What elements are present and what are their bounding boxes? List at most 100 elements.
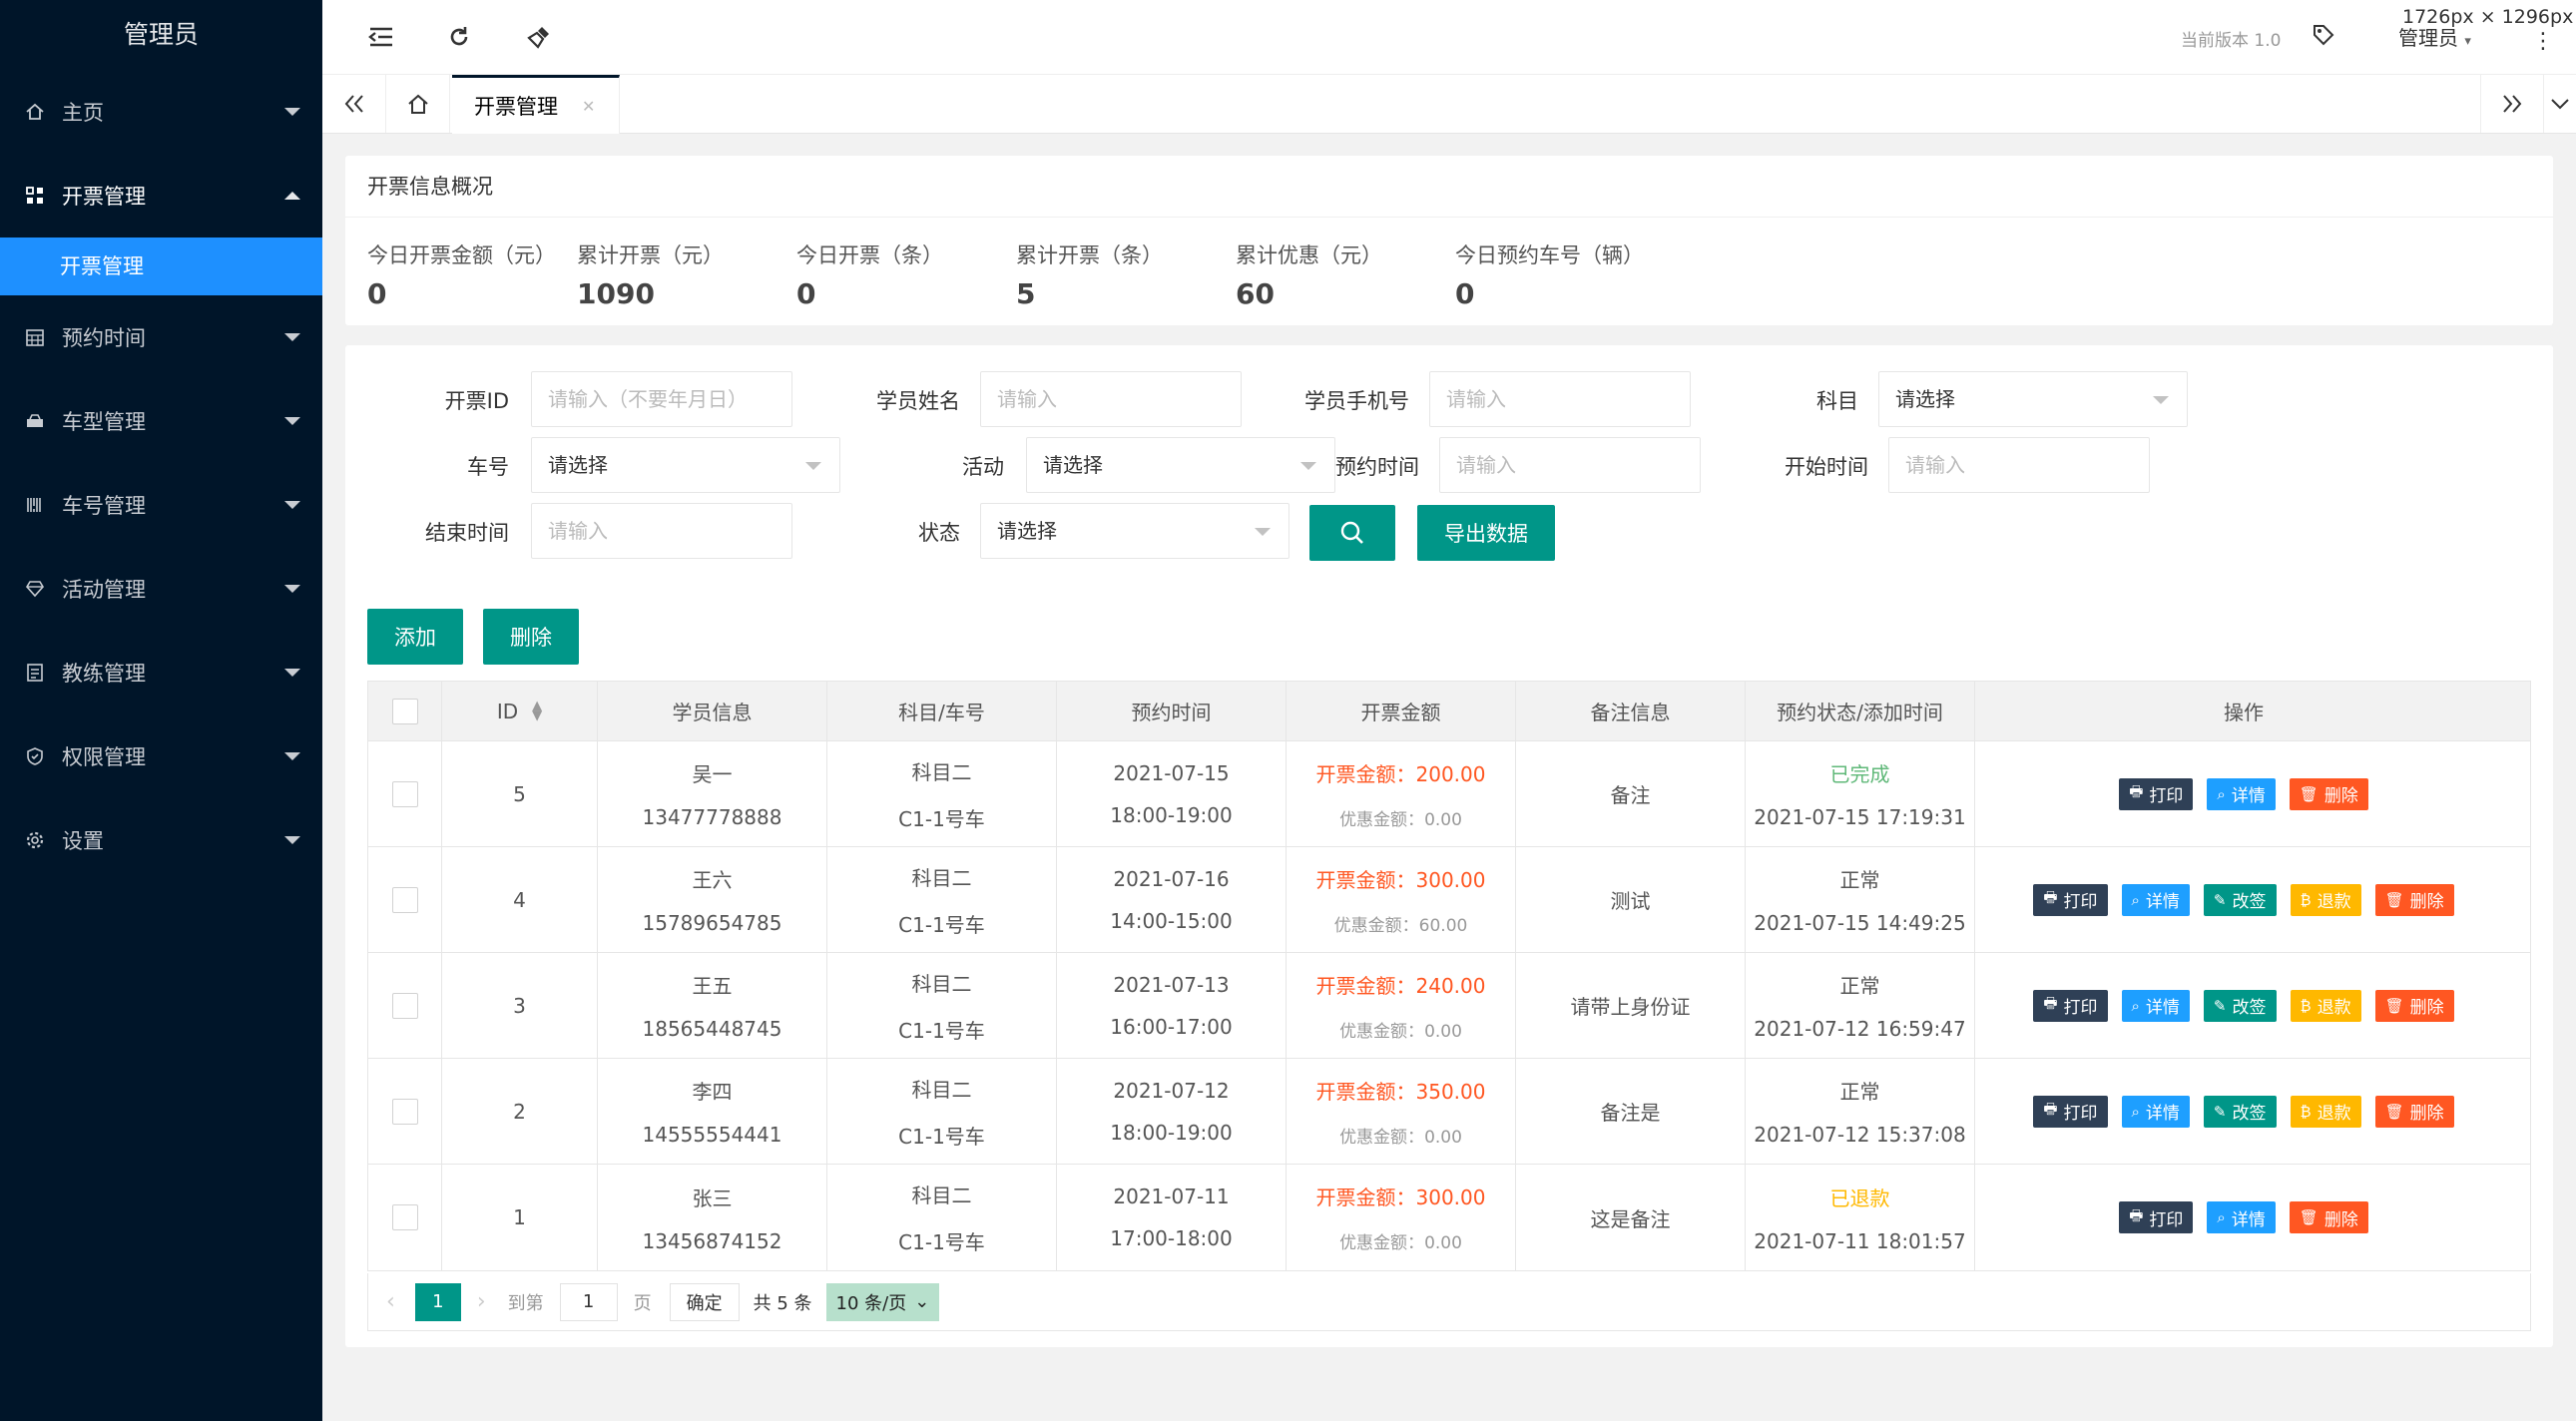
row-checkbox[interactable] bbox=[391, 1098, 418, 1125]
refund-button[interactable]: ₿ 退款 bbox=[2290, 1095, 2361, 1128]
tabs-scroll-left-button[interactable] bbox=[322, 75, 386, 133]
edit-button[interactable]: ✎ 改签 bbox=[2203, 989, 2277, 1022]
student-name: 吴一 bbox=[692, 762, 733, 786]
clear-brush-icon[interactable] bbox=[524, 22, 554, 52]
sort-icon[interactable]: ▲ ▼ bbox=[532, 700, 542, 722]
sidebar-subitem-invoice[interactable]: 开票管理 bbox=[0, 237, 322, 295]
page-size-select[interactable]: 10 条/页 ⌄ bbox=[825, 1282, 940, 1321]
cell-student: 吴一 13477778888 bbox=[598, 741, 827, 846]
row-select-cell bbox=[368, 1059, 442, 1164]
chevron-down-icon bbox=[2551, 99, 2569, 110]
goto-label: 到第 bbox=[507, 1292, 544, 1314]
detail-button[interactable]: ⌕ 详情 bbox=[2121, 989, 2190, 1022]
prev-page-icon[interactable]: ‹ bbox=[386, 1289, 395, 1314]
sidebar-item-7[interactable]: 权限管理 bbox=[0, 714, 322, 798]
amount-value: 350.00 bbox=[1415, 1079, 1486, 1104]
op-label: 打印 bbox=[2063, 1104, 2098, 1124]
close-icon[interactable]: ✕ bbox=[582, 97, 595, 116]
filter-id-input[interactable]: 请输入（不要年月日） bbox=[531, 371, 792, 427]
refund-button[interactable]: ₿ 退款 bbox=[2290, 989, 2361, 1022]
cell-amount: 开票金额：240.00 优惠金额：0.00 bbox=[1287, 953, 1516, 1058]
column-header: 预约时间 bbox=[1057, 682, 1287, 740]
filter-name-input[interactable]: 请输入 bbox=[980, 371, 1242, 427]
refund-icon: ₿ bbox=[2300, 890, 2312, 909]
del-button[interactable]: 🗑 删除 bbox=[2374, 1095, 2454, 1128]
row-checkbox[interactable] bbox=[391, 1204, 418, 1230]
op-label: 退款 bbox=[2317, 892, 2351, 912]
cell-note: 备注 bbox=[1516, 741, 1746, 846]
table-row: 3 王五 18565448745 科目二 C1-1号车 2021-07-13 16:00-1… bbox=[368, 953, 2530, 1059]
filter-start-label: 开始时间 bbox=[1785, 455, 1868, 479]
sidebar-item-8[interactable]: 设置 bbox=[0, 798, 322, 882]
export-button[interactable]: 导出数据 bbox=[1417, 505, 1555, 561]
select-all-checkbox[interactable] bbox=[391, 698, 418, 724]
cell-id: 1 bbox=[442, 1165, 598, 1270]
cell-status: 已完成 2021-07-15 17:19:31 bbox=[1746, 741, 1975, 846]
sidebar-item-4[interactable]: 车号管理 bbox=[0, 463, 322, 547]
page-1-button[interactable]: 1 bbox=[414, 1282, 461, 1321]
filter-car-select[interactable]: 请选择 bbox=[531, 437, 840, 493]
filter-status-select[interactable]: 请选择 bbox=[980, 503, 1289, 559]
tab-home[interactable] bbox=[386, 75, 450, 133]
detail-button[interactable]: ⌕ 详情 bbox=[2207, 1201, 2276, 1233]
cell-operations: 🖶 打印 ⌕ 详情 ✎ 改签 ₿ 退款 🗑 删除 bbox=[1975, 953, 2512, 1058]
add-button[interactable]: 添加 bbox=[367, 609, 463, 665]
filter-phone-input[interactable]: 请输入 bbox=[1429, 371, 1691, 427]
tag-icon[interactable] bbox=[2309, 20, 2338, 50]
car-number: C1-1号车 bbox=[898, 1124, 985, 1149]
row-checkbox[interactable] bbox=[391, 992, 418, 1019]
del-button[interactable]: 🗑 删除 bbox=[2289, 1201, 2368, 1233]
added-time: 2021-07-11 18:01:57 bbox=[1754, 1228, 1966, 1253]
print-button[interactable]: 🖶 打印 bbox=[2119, 777, 2194, 810]
print-button[interactable]: 🖶 打印 bbox=[2033, 989, 2108, 1022]
batch-delete-button[interactable]: 删除 bbox=[483, 609, 579, 665]
next-page-icon[interactable]: › bbox=[477, 1289, 486, 1314]
discount-value: 0.00 bbox=[1424, 1127, 1462, 1148]
pagination: ‹ 1 › 到第 1 页 确定 共 5 条 10 条/页 ⌄ bbox=[367, 1273, 2531, 1331]
refresh-icon[interactable] bbox=[444, 22, 474, 52]
sidebar-item-2[interactable]: 预约时间 bbox=[0, 295, 322, 379]
tab-invoice-management[interactable]: 开票管理 ✕ bbox=[452, 75, 620, 134]
del-button[interactable]: 🗑 删除 bbox=[2374, 989, 2454, 1022]
refund-button[interactable]: ₿ 退款 bbox=[2290, 883, 2361, 916]
sidebar-item-6[interactable]: 教练管理 bbox=[0, 631, 322, 714]
goto-confirm-button[interactable]: 确定 bbox=[669, 1282, 740, 1321]
menu-fold-icon[interactable] bbox=[366, 22, 396, 52]
filter-subject-select[interactable]: 请选择 bbox=[1878, 371, 2188, 427]
sidebar-item-0[interactable]: 主页 bbox=[0, 70, 322, 154]
more-vertical-icon[interactable]: ⋮ bbox=[2528, 26, 2558, 56]
filter-start-input[interactable]: 请输入 bbox=[1888, 437, 2150, 493]
print-button[interactable]: 🖶 打印 bbox=[2119, 1201, 2194, 1233]
print-button[interactable]: 🖶 打印 bbox=[2033, 1095, 2108, 1128]
row-checkbox[interactable] bbox=[391, 886, 418, 913]
filter-end-input[interactable]: 请输入 bbox=[531, 503, 792, 559]
caret-down-icon bbox=[284, 333, 300, 341]
status-badge: 已退款 bbox=[1829, 1185, 1890, 1210]
sidebar-title: 管理员 bbox=[123, 20, 199, 49]
print-button[interactable]: 🖶 打印 bbox=[2033, 883, 2108, 916]
row-checkbox[interactable] bbox=[391, 780, 418, 807]
detail-button[interactable]: ⌕ 详情 bbox=[2207, 777, 2276, 810]
filter-activity-select[interactable]: 请选择 bbox=[1026, 437, 1335, 493]
sidebar-item-3[interactable]: 车型管理 bbox=[0, 379, 322, 463]
discount-amount: 优惠金额：60.00 bbox=[1334, 911, 1468, 936]
del-button[interactable]: 🗑 删除 bbox=[2289, 777, 2368, 810]
tabs-menu-button[interactable] bbox=[2544, 75, 2576, 133]
filter-phone-label: 学员手机号 bbox=[1304, 389, 1409, 413]
edit-button[interactable]: ✎ 改签 bbox=[2203, 1095, 2277, 1128]
car-number: C1-1号车 bbox=[898, 1230, 985, 1254]
appt-date: 2021-07-11 bbox=[1113, 1184, 1230, 1208]
del-button[interactable]: 🗑 删除 bbox=[2374, 883, 2454, 916]
goto-page-input[interactable]: 1 bbox=[559, 1282, 618, 1321]
filter-appt-input[interactable]: 请输入 bbox=[1439, 437, 1701, 493]
sidebar-item-5[interactable]: 活动管理 bbox=[0, 547, 322, 631]
edit-button[interactable]: ✎ 改签 bbox=[2203, 883, 2277, 916]
detail-button[interactable]: ⌕ 详情 bbox=[2121, 1095, 2190, 1128]
column-header[interactable]: ID ▲ ▼ bbox=[442, 682, 598, 740]
tabs-scroll-right-button[interactable] bbox=[2480, 75, 2544, 133]
detail-button[interactable]: ⌕ 详情 bbox=[2121, 883, 2190, 916]
sidebar-item-1[interactable]: 开票管理 bbox=[0, 154, 322, 237]
student-name: 张三 bbox=[692, 1185, 733, 1210]
search-button[interactable] bbox=[1309, 505, 1395, 561]
cell-note: 请带上身份证 bbox=[1516, 953, 1746, 1058]
